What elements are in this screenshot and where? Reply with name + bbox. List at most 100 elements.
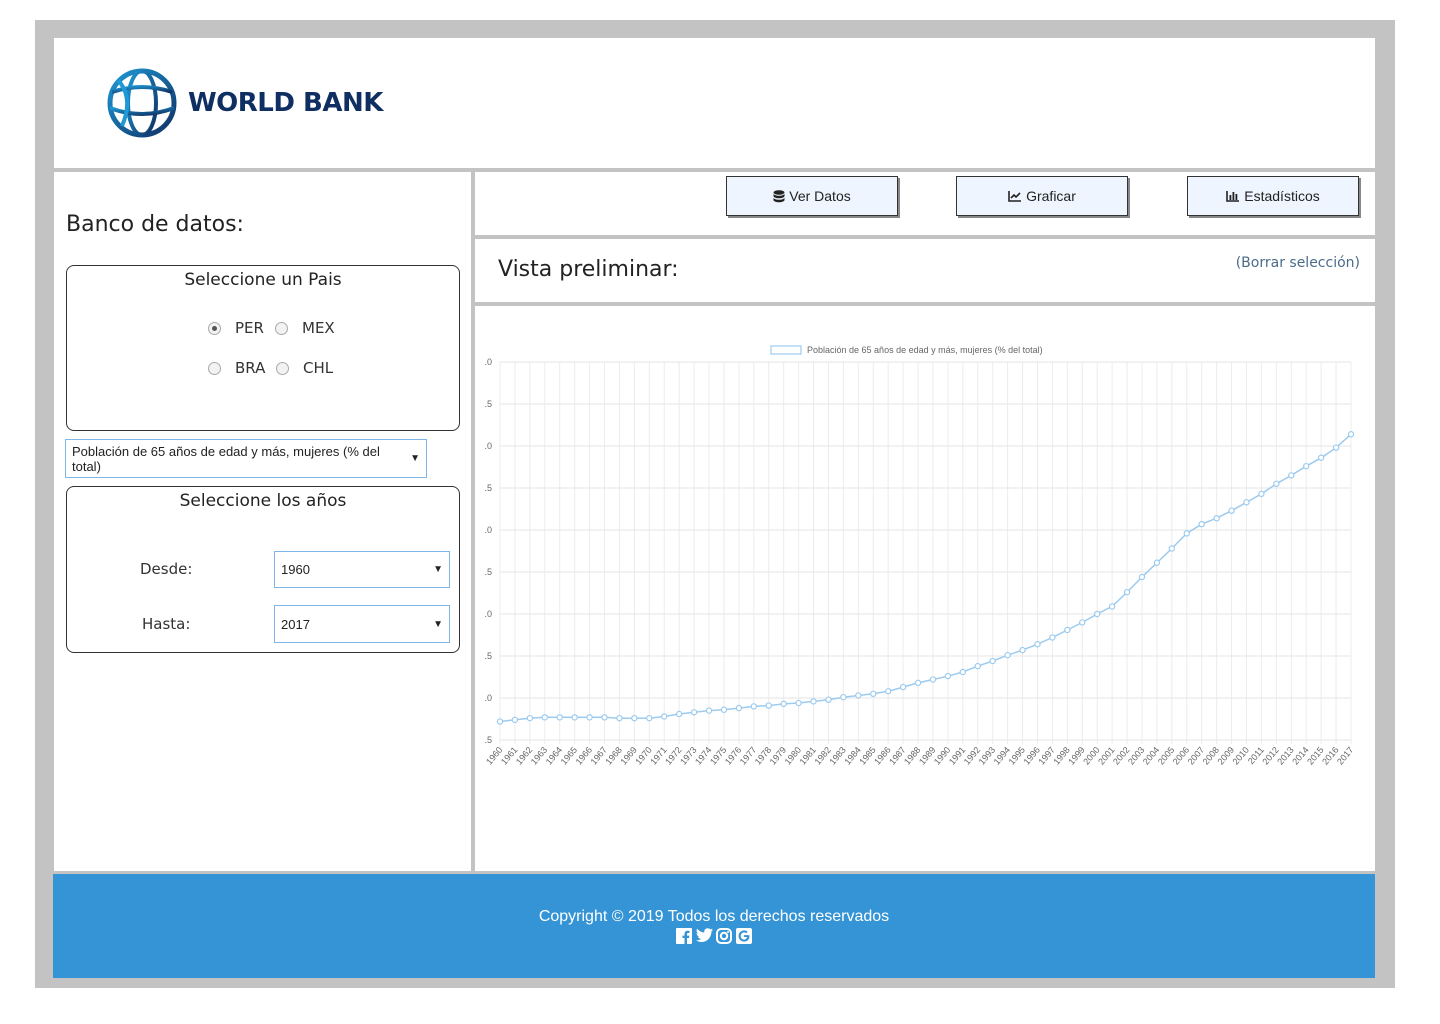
data-point	[661, 713, 668, 720]
radio-mex[interactable]: MEX	[275, 319, 335, 337]
database-icon	[773, 189, 785, 202]
y-tick-label: .0	[484, 525, 492, 535]
data-point	[1064, 626, 1071, 634]
chart-panel: .0.5.0.5.0.5.0.5.0.5 1960 1961 1962 1963 1964…	[475, 306, 1375, 871]
twitter-icon[interactable]	[695, 927, 713, 944]
facebook-icon[interactable]	[676, 927, 693, 944]
y-tick-label: .5	[484, 399, 492, 409]
preview-title: Vista preliminar:	[498, 257, 679, 282]
data-point	[929, 676, 937, 683]
copyright-text: Copyright © 2019 Todos los derechos rese…	[538, 908, 890, 925]
world-bank-logo[interactable]: WORLD BANK	[104, 68, 383, 138]
view-data-label: Ver Datos	[789, 188, 851, 204]
radio-chl-dot[interactable]	[276, 361, 289, 375]
data-point	[825, 696, 832, 703]
radio-bra[interactable]: BRA	[208, 359, 265, 377]
data-point	[1079, 619, 1086, 626]
data-point	[601, 714, 608, 721]
data-point	[1258, 490, 1265, 498]
data-point	[855, 692, 862, 699]
radio-per[interactable]: PER	[208, 319, 264, 337]
y-tick-label: .5	[484, 567, 492, 577]
from-year-value: 1960	[281, 562, 310, 577]
data-point	[870, 690, 877, 697]
data-point	[735, 704, 743, 712]
sidebar-panel: Banco de datos: Seleccione un Pais PER M…	[54, 172, 471, 871]
instagram-icon[interactable]	[716, 927, 733, 944]
y-tick-label: .5	[484, 483, 492, 493]
chevron-down-icon: ▼	[433, 564, 443, 575]
radio-chl[interactable]: CHL	[276, 359, 333, 377]
data-point	[884, 688, 892, 695]
data-point	[1168, 545, 1176, 552]
data-point	[989, 657, 996, 665]
data-point	[1153, 559, 1161, 566]
data-point	[556, 714, 563, 721]
toolbar: Ver Datos Graficar Estadísticos	[475, 172, 1375, 235]
from-year-select[interactable]: 1960 ▼	[274, 551, 450, 588]
data-point	[705, 707, 713, 714]
data-point	[1332, 444, 1340, 451]
data-point	[765, 702, 772, 709]
stats-label: Estadísticos	[1244, 188, 1320, 204]
view-data-button[interactable]: Ver Datos	[726, 176, 898, 216]
preview-header: Vista preliminar: (Borrar selección)	[475, 239, 1375, 302]
data-point	[1317, 454, 1325, 461]
data-point	[571, 714, 578, 721]
indicator-select[interactable]: Población de 65 años de edad y más, muje…	[65, 439, 427, 478]
data-point	[1019, 646, 1026, 654]
data-point	[750, 703, 758, 710]
plot-button[interactable]: Graficar	[956, 176, 1128, 216]
line-chart-icon	[1008, 191, 1022, 202]
bar-chart-icon	[1226, 191, 1240, 202]
years-box-title: Seleccione los años	[179, 491, 347, 511]
globe-icon	[107, 68, 177, 138]
data-point	[1049, 634, 1056, 641]
y-tick-label: .5	[484, 651, 492, 661]
data-point	[1138, 573, 1146, 581]
data-point	[1004, 651, 1011, 659]
chevron-down-icon: ▼	[433, 618, 443, 630]
y-tick-label: .0	[484, 609, 492, 619]
data-point	[1228, 507, 1235, 514]
radio-per-label: PER	[235, 319, 264, 337]
to-label: Hasta:	[142, 615, 191, 633]
data-point	[1303, 462, 1310, 470]
data-point	[914, 679, 922, 687]
data-point	[511, 716, 519, 724]
to-year-select[interactable]: 2017 ▼	[274, 605, 450, 643]
y-tick-label: .0	[484, 693, 492, 703]
radio-chl-label: CHL	[303, 359, 334, 377]
data-point	[1198, 520, 1205, 528]
data-point	[1034, 641, 1041, 648]
country-box: Seleccione un Pais PER MEX BRA CHL	[66, 265, 460, 431]
data-point	[974, 662, 981, 670]
data-point	[496, 718, 504, 725]
radio-mex-dot[interactable]	[275, 321, 288, 335]
line-chart: .0.5.0.5.0.5.0.5.0.519601961196219631964…	[484, 345, 1356, 767]
data-point	[959, 668, 967, 676]
chevron-down-icon: ▼	[410, 453, 420, 464]
y-tick-label: .5	[484, 735, 492, 745]
to-year-value: 2017	[281, 616, 310, 632]
data-point	[1288, 472, 1295, 479]
y-tick-label: .0	[484, 357, 492, 367]
stats-button[interactable]: Estadísticos	[1187, 176, 1359, 216]
data-point	[899, 683, 907, 691]
data-point	[586, 714, 593, 721]
data-point	[526, 714, 534, 722]
google-icon[interactable]	[736, 927, 753, 944]
data-point	[795, 699, 802, 707]
plot-label: Graficar	[1026, 188, 1076, 204]
data-point	[541, 714, 548, 721]
radio-bra-dot[interactable]	[208, 361, 221, 375]
radio-per-dot[interactable]	[208, 321, 221, 335]
data-point	[631, 714, 638, 722]
years-box: Seleccione los años Desde: 1960 ▼ Hasta:…	[66, 486, 460, 653]
clear-selection-link[interactable]: (Borrar selección)	[1236, 255, 1360, 271]
social-icons	[53, 927, 1375, 944]
data-point	[690, 709, 698, 716]
header: WORLD BANK	[54, 38, 1375, 168]
data-point	[616, 714, 623, 722]
data-point	[1123, 588, 1131, 596]
